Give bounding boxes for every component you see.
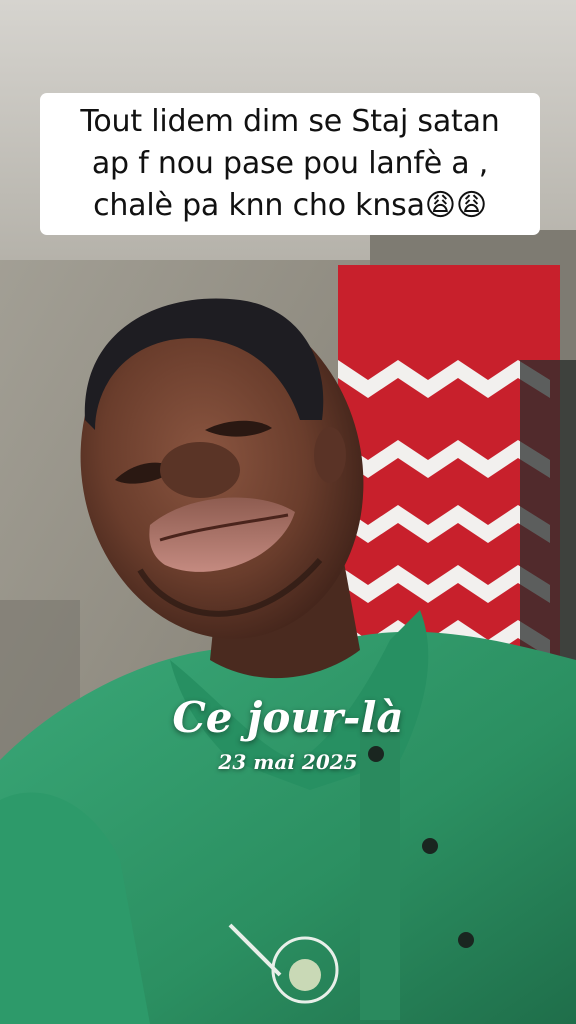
- memory-title: Ce jour-là: [172, 693, 404, 742]
- caption-line-2: ap f nou pase pou lanfè a ,: [91, 146, 489, 181]
- curtain: [338, 265, 576, 690]
- caption-line-3: chalè pa knn cho knsa😩😩: [93, 188, 487, 223]
- video-frame: Tout lidem dim se Staj satan ap f nou pa…: [0, 0, 576, 1024]
- caption-line-1: Tout lidem dim se Staj satan: [80, 104, 500, 139]
- caption-box: Tout lidem dim se Staj satan ap f nou pa…: [40, 93, 540, 235]
- memory-date: 23 mai 2025: [218, 750, 358, 774]
